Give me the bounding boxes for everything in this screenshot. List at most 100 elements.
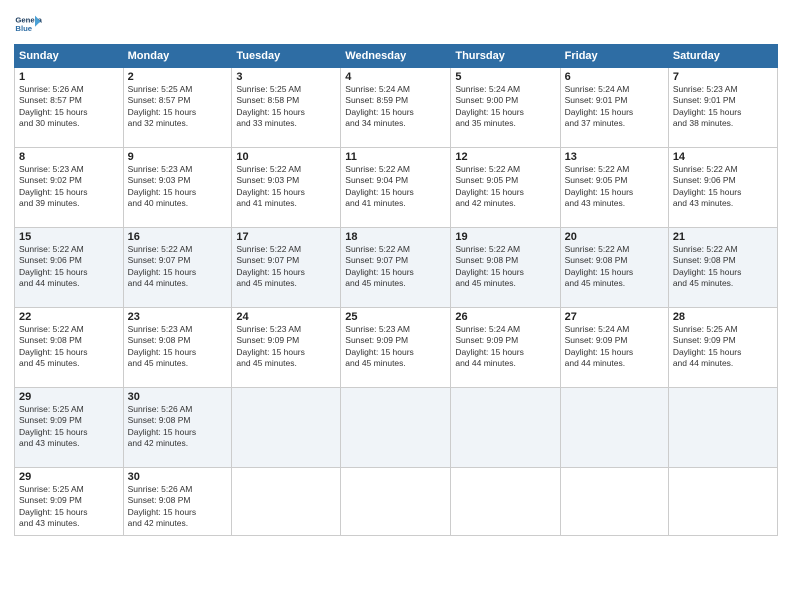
day-info: Sunrise: 5:22 AM Sunset: 9:04 PM Dayligh… — [345, 164, 446, 210]
col-header-friday: Friday — [560, 45, 668, 68]
calendar-cell — [341, 388, 451, 468]
col-header-sunday: Sunday — [15, 45, 124, 68]
day-info: Sunrise: 5:26 AM Sunset: 9:08 PM Dayligh… — [128, 404, 228, 450]
day-number: 29 — [19, 471, 119, 483]
day-info: Sunrise: 5:22 AM Sunset: 9:07 PM Dayligh… — [345, 244, 446, 290]
day-info: Sunrise: 5:22 AM Sunset: 9:08 PM Dayligh… — [455, 244, 555, 290]
day-number: 18 — [345, 231, 446, 243]
calendar-week-4: 22Sunrise: 5:22 AM Sunset: 9:08 PM Dayli… — [15, 308, 778, 388]
col-header-monday: Monday — [123, 45, 232, 68]
day-info: Sunrise: 5:22 AM Sunset: 9:08 PM Dayligh… — [673, 244, 773, 290]
calendar-cell: 10Sunrise: 5:22 AM Sunset: 9:03 PM Dayli… — [232, 148, 341, 228]
calendar-week-3: 15Sunrise: 5:22 AM Sunset: 9:06 PM Dayli… — [15, 228, 778, 308]
day-info: Sunrise: 5:22 AM Sunset: 9:05 PM Dayligh… — [455, 164, 555, 210]
day-number: 3 — [236, 71, 336, 83]
logo: General Blue — [14, 10, 46, 38]
day-info: Sunrise: 5:23 AM Sunset: 9:03 PM Dayligh… — [128, 164, 228, 210]
day-info: Sunrise: 5:24 AM Sunset: 8:59 PM Dayligh… — [345, 84, 446, 130]
calendar-week-last: 29Sunrise: 5:25 AM Sunset: 9:09 PM Dayli… — [15, 468, 778, 536]
calendar-cell: 6Sunrise: 5:24 AM Sunset: 9:01 PM Daylig… — [560, 68, 668, 148]
day-number: 30 — [128, 471, 228, 483]
calendar-cell: 23Sunrise: 5:23 AM Sunset: 9:08 PM Dayli… — [123, 308, 232, 388]
day-number: 30 — [128, 391, 228, 403]
calendar-week-2: 8Sunrise: 5:23 AM Sunset: 9:02 PM Daylig… — [15, 148, 778, 228]
day-number: 9 — [128, 151, 228, 163]
calendar-cell: 11Sunrise: 5:22 AM Sunset: 9:04 PM Dayli… — [341, 148, 451, 228]
day-info: Sunrise: 5:23 AM Sunset: 9:01 PM Dayligh… — [673, 84, 773, 130]
calendar-cell: 20Sunrise: 5:22 AM Sunset: 9:08 PM Dayli… — [560, 228, 668, 308]
calendar-header-row: SundayMondayTuesdayWednesdayThursdayFrid… — [15, 45, 778, 68]
day-info: Sunrise: 5:24 AM Sunset: 9:09 PM Dayligh… — [565, 324, 664, 370]
col-header-tuesday: Tuesday — [232, 45, 341, 68]
calendar-cell: 29Sunrise: 5:25 AM Sunset: 9:09 PM Dayli… — [15, 468, 124, 536]
header: General Blue — [14, 10, 778, 38]
calendar-cell: 9Sunrise: 5:23 AM Sunset: 9:03 PM Daylig… — [123, 148, 232, 228]
day-info: Sunrise: 5:22 AM Sunset: 9:07 PM Dayligh… — [128, 244, 228, 290]
calendar-cell — [560, 388, 668, 468]
calendar-cell: 18Sunrise: 5:22 AM Sunset: 9:07 PM Dayli… — [341, 228, 451, 308]
day-number: 7 — [673, 71, 773, 83]
day-info: Sunrise: 5:23 AM Sunset: 9:09 PM Dayligh… — [236, 324, 336, 370]
day-number: 8 — [19, 151, 119, 163]
day-number: 17 — [236, 231, 336, 243]
day-number: 20 — [565, 231, 664, 243]
day-number: 22 — [19, 311, 119, 323]
calendar-cell: 19Sunrise: 5:22 AM Sunset: 9:08 PM Dayli… — [451, 228, 560, 308]
calendar-week-1: 1Sunrise: 5:26 AM Sunset: 8:57 PM Daylig… — [15, 68, 778, 148]
day-number: 2 — [128, 71, 228, 83]
calendar-cell: 8Sunrise: 5:23 AM Sunset: 9:02 PM Daylig… — [15, 148, 124, 228]
calendar-cell: 25Sunrise: 5:23 AM Sunset: 9:09 PM Dayli… — [341, 308, 451, 388]
day-info: Sunrise: 5:22 AM Sunset: 9:03 PM Dayligh… — [236, 164, 336, 210]
calendar-cell: 24Sunrise: 5:23 AM Sunset: 9:09 PM Dayli… — [232, 308, 341, 388]
col-header-wednesday: Wednesday — [341, 45, 451, 68]
calendar-cell — [341, 468, 451, 536]
col-header-saturday: Saturday — [668, 45, 777, 68]
day-number: 29 — [19, 391, 119, 403]
calendar-cell: 26Sunrise: 5:24 AM Sunset: 9:09 PM Dayli… — [451, 308, 560, 388]
calendar-cell — [668, 468, 777, 536]
day-number: 1 — [19, 71, 119, 83]
day-info: Sunrise: 5:23 AM Sunset: 9:09 PM Dayligh… — [345, 324, 446, 370]
calendar-cell: 13Sunrise: 5:22 AM Sunset: 9:05 PM Dayli… — [560, 148, 668, 228]
calendar-cell: 14Sunrise: 5:22 AM Sunset: 9:06 PM Dayli… — [668, 148, 777, 228]
day-info: Sunrise: 5:25 AM Sunset: 9:09 PM Dayligh… — [19, 404, 119, 450]
calendar-table: SundayMondayTuesdayWednesdayThursdayFrid… — [14, 44, 778, 536]
calendar-cell: 17Sunrise: 5:22 AM Sunset: 9:07 PM Dayli… — [232, 228, 341, 308]
calendar-cell: 29Sunrise: 5:25 AM Sunset: 9:09 PM Dayli… — [15, 388, 124, 468]
calendar-cell: 16Sunrise: 5:22 AM Sunset: 9:07 PM Dayli… — [123, 228, 232, 308]
calendar-cell: 5Sunrise: 5:24 AM Sunset: 9:00 PM Daylig… — [451, 68, 560, 148]
calendar-cell — [232, 388, 341, 468]
day-number: 11 — [345, 151, 446, 163]
day-number: 16 — [128, 231, 228, 243]
calendar-cell: 4Sunrise: 5:24 AM Sunset: 8:59 PM Daylig… — [341, 68, 451, 148]
day-number: 21 — [673, 231, 773, 243]
day-info: Sunrise: 5:26 AM Sunset: 8:57 PM Dayligh… — [19, 84, 119, 130]
logo-icon: General Blue — [14, 10, 42, 38]
day-info: Sunrise: 5:23 AM Sunset: 9:08 PM Dayligh… — [128, 324, 228, 370]
day-info: Sunrise: 5:24 AM Sunset: 9:01 PM Dayligh… — [565, 84, 664, 130]
calendar-cell: 22Sunrise: 5:22 AM Sunset: 9:08 PM Dayli… — [15, 308, 124, 388]
day-info: Sunrise: 5:25 AM Sunset: 8:58 PM Dayligh… — [236, 84, 336, 130]
day-number: 15 — [19, 231, 119, 243]
calendar-cell — [560, 468, 668, 536]
calendar-cell: 2Sunrise: 5:25 AM Sunset: 8:57 PM Daylig… — [123, 68, 232, 148]
calendar-cell — [232, 468, 341, 536]
day-number: 27 — [565, 311, 664, 323]
calendar-cell: 27Sunrise: 5:24 AM Sunset: 9:09 PM Dayli… — [560, 308, 668, 388]
calendar-page: General Blue SundayMondayTuesdayWednesda… — [0, 0, 792, 612]
day-number: 25 — [345, 311, 446, 323]
day-info: Sunrise: 5:25 AM Sunset: 8:57 PM Dayligh… — [128, 84, 228, 130]
day-info: Sunrise: 5:22 AM Sunset: 9:08 PM Dayligh… — [565, 244, 664, 290]
calendar-cell: 28Sunrise: 5:25 AM Sunset: 9:09 PM Dayli… — [668, 308, 777, 388]
day-number: 12 — [455, 151, 555, 163]
day-number: 10 — [236, 151, 336, 163]
day-info: Sunrise: 5:24 AM Sunset: 9:09 PM Dayligh… — [455, 324, 555, 370]
day-info: Sunrise: 5:25 AM Sunset: 9:09 PM Dayligh… — [673, 324, 773, 370]
day-number: 14 — [673, 151, 773, 163]
calendar-week-5: 29Sunrise: 5:25 AM Sunset: 9:09 PM Dayli… — [15, 388, 778, 468]
day-number: 23 — [128, 311, 228, 323]
calendar-cell — [668, 388, 777, 468]
day-info: Sunrise: 5:26 AM Sunset: 9:08 PM Dayligh… — [128, 484, 228, 530]
calendar-cell: 30Sunrise: 5:26 AM Sunset: 9:08 PM Dayli… — [123, 468, 232, 536]
calendar-cell: 1Sunrise: 5:26 AM Sunset: 8:57 PM Daylig… — [15, 68, 124, 148]
